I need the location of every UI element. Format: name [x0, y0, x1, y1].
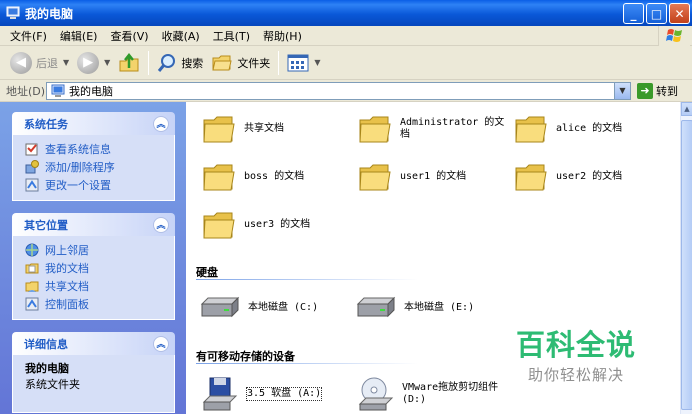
hard-disk-icon [356, 296, 396, 318]
details-type: 系统文件夹 [25, 378, 80, 391]
section-divider [196, 363, 418, 364]
scroll-thumb[interactable] [681, 120, 692, 410]
section-divider [196, 279, 418, 280]
up-folder-icon [119, 52, 139, 71]
task-change-setting[interactable]: 更改一个设置 [25, 176, 168, 194]
network-places-icon [25, 243, 39, 257]
menu-help[interactable]: 帮助(H) [259, 28, 311, 44]
go-button[interactable]: ➜ 转到 [637, 82, 678, 99]
address-dropdown-button[interactable]: ▼ [614, 82, 630, 99]
folder-item[interactable]: user3 的文档 [202, 210, 310, 240]
collapse-icon[interactable]: ︽ [153, 216, 169, 233]
watermark-subtitle: 助你轻松解决 [528, 366, 625, 384]
details-panel: 详细信息 ︽ 我的电脑 系统文件夹 [12, 332, 175, 413]
toolbar: ◀ 后退 ▼ ▶ ▼ 搜索 文件夹 ▼ [0, 46, 692, 80]
address-label: 地址(D) [6, 84, 46, 98]
chevron-down-icon: ▼ [104, 58, 111, 67]
cd-drive-item[interactable]: VMware拖放剪切组件 (D:) [358, 376, 502, 412]
other-places-header[interactable]: 其它位置 ︽ [12, 213, 175, 236]
hard-disks-heading: 硬盘 [196, 266, 218, 279]
watermark: 百科全说 助你轻松解决 [516, 322, 636, 385]
go-arrow-icon: ➜ [637, 82, 653, 99]
menu-file[interactable]: 文件(F) [6, 28, 56, 44]
folder-icon [203, 212, 235, 239]
folder-icon [515, 164, 547, 191]
control-panel-icon [25, 297, 39, 311]
add-remove-programs-icon [25, 160, 39, 174]
scroll-up-button[interactable]: ▲ [681, 102, 692, 116]
address-input[interactable]: 我的电脑 ▼ [46, 81, 631, 100]
menu-edit[interactable]: 编辑(E) [56, 28, 107, 44]
folder-item[interactable]: user1 的文档 [358, 162, 466, 192]
folders-button[interactable]: 文件夹 [207, 49, 274, 77]
search-button[interactable]: 搜索 [153, 49, 207, 77]
system-info-icon [25, 143, 38, 156]
disk-item[interactable]: 本地磁盘 (C:) [200, 296, 318, 320]
forward-button[interactable]: ▶ ▼ [73, 49, 114, 77]
folder-item[interactable]: Administrator 的文档 [358, 114, 510, 144]
task-add-remove-programs[interactable]: 添加/删除程序 [25, 158, 168, 176]
search-icon [158, 53, 176, 72]
other-places-panel: 其它位置 ︽ 网上邻居 我的文档 共享文档 控制面板 [12, 213, 175, 320]
task-shared-documents[interactable]: 共享文档 [25, 277, 168, 295]
folder-item[interactable]: user2 的文档 [514, 162, 622, 192]
watermark-title: 百科全说 [516, 328, 637, 362]
folder-item[interactable]: boss 的文档 [202, 162, 304, 192]
folders-icon [212, 55, 232, 70]
task-pane: 系统任务 ︽ 查看系统信息 添加/删除程序 更改一个设置 其它位置 ︽ 网上邻居… [0, 102, 186, 414]
disk-item[interactable]: 本地磁盘 (E:) [356, 296, 474, 320]
my-documents-icon [25, 263, 39, 274]
system-tasks-panel: 系统任务 ︽ 查看系统信息 添加/删除程序 更改一个设置 [12, 112, 175, 201]
chevron-down-icon: ▼ [63, 58, 70, 67]
views-button[interactable]: ▼ [283, 49, 324, 77]
menu-favorites[interactable]: 收藏(A) [158, 28, 209, 44]
control-panel-icon [25, 178, 39, 192]
removable-heading: 有可移动存储的设备 [196, 350, 295, 363]
windows-logo-icon [658, 26, 690, 46]
folder-icon [359, 164, 391, 191]
folder-item[interactable]: 共享文档 [202, 114, 284, 144]
back-button[interactable]: ◀ 后退 ▼ [6, 49, 73, 77]
menu-view[interactable]: 查看(V) [106, 28, 157, 44]
floppy-item[interactable]: 3.5 软盘 (A:) [202, 376, 323, 412]
folder-icon [203, 116, 235, 143]
toolbar-separator [278, 50, 280, 75]
minimize-button[interactable]: _ [623, 3, 644, 24]
menu-bar: 文件(F) 编辑(E) 查看(V) 收藏(A) 工具(T) 帮助(H) [0, 26, 692, 46]
toolbar-separator [148, 50, 150, 75]
hard-disk-icon [200, 296, 240, 318]
menu-tools[interactable]: 工具(T) [209, 28, 259, 44]
views-icon [287, 54, 309, 71]
folder-item[interactable]: alice 的文档 [514, 114, 622, 144]
up-folder-button[interactable] [114, 49, 144, 77]
system-tasks-header[interactable]: 系统任务 ︽ [12, 112, 175, 135]
folder-icon [203, 164, 235, 191]
details-header[interactable]: 详细信息 ︽ [12, 332, 175, 355]
floppy-drive-icon [202, 377, 238, 411]
task-my-documents[interactable]: 我的文档 [25, 259, 168, 277]
maximize-button[interactable]: □ [646, 3, 667, 24]
window-title: 我的电脑 [25, 6, 74, 21]
my-computer-icon [51, 84, 65, 97]
forward-arrow-icon: ▶ [77, 51, 100, 74]
address-bar: 地址(D) 我的电脑 ▼ ➜ 转到 [0, 80, 692, 102]
chevron-down-icon: ▼ [314, 58, 321, 67]
shared-documents-icon [25, 281, 39, 292]
collapse-icon[interactable]: ︽ [153, 115, 169, 132]
folder-icon [359, 116, 391, 143]
cd-drive-icon [358, 377, 394, 411]
address-value: 我的电脑 [69, 84, 113, 98]
vertical-scrollbar[interactable]: ▲ [680, 102, 692, 414]
my-computer-icon [6, 6, 20, 19]
folder-icon [515, 116, 547, 143]
close-button[interactable]: ✕ [669, 3, 690, 24]
back-arrow-icon: ◀ [10, 51, 32, 74]
task-control-panel[interactable]: 控制面板 [25, 295, 168, 313]
task-network-places[interactable]: 网上邻居 [25, 241, 168, 259]
task-view-system-info[interactable]: 查看系统信息 [25, 140, 168, 158]
details-name: 我的电脑 [25, 362, 69, 375]
collapse-icon[interactable]: ︽ [153, 335, 169, 352]
title-bar: 我的电脑 _ □ ✕ [0, 0, 692, 26]
